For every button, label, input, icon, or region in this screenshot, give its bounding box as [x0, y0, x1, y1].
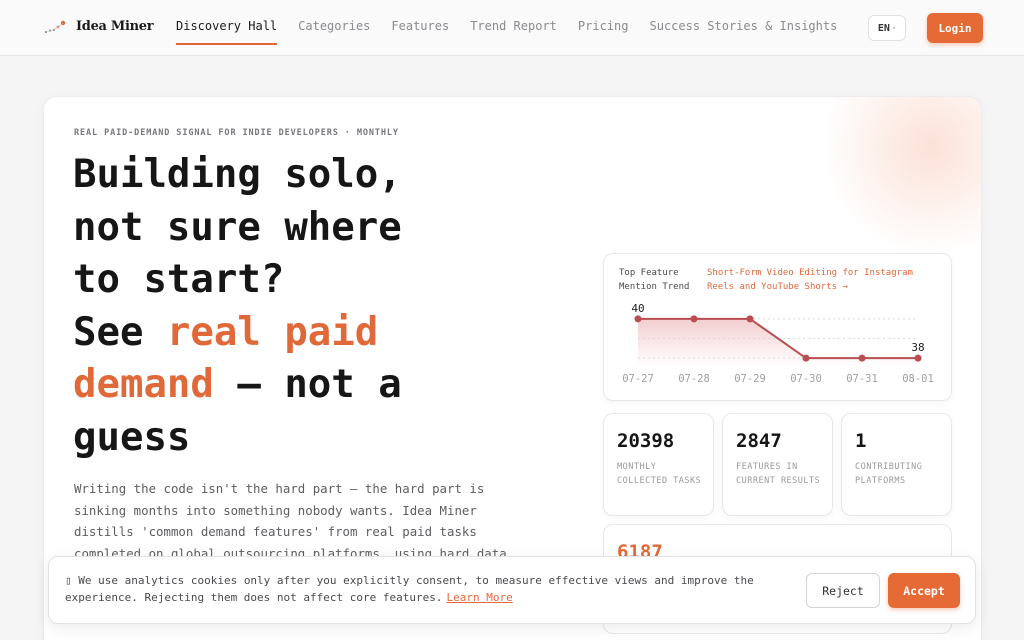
- stat-card-monthly-tasks: 20398 MONTHLY COLLECTED TASKS: [603, 413, 714, 516]
- decorative-glow: [821, 97, 981, 257]
- cookie-banner: ▯ We use analytics cookies only after yo…: [48, 556, 976, 624]
- login-button[interactable]: Login: [927, 13, 983, 43]
- accept-button[interactable]: Accept: [888, 573, 960, 608]
- learn-more-link[interactable]: Learn More: [447, 591, 513, 604]
- hero-eyebrow: REAL PAID-DEMAND SIGNAL FOR INDIE DEVELO…: [74, 128, 399, 138]
- stat-card-platforms: 1 CONTRIBUTING PLATFORMS: [841, 413, 952, 516]
- nav-link-features[interactable]: Features: [391, 19, 449, 33]
- language-value: EN: [877, 22, 890, 34]
- top-nav: Idea Miner Discovery Hall Categories Fea…: [0, 0, 1024, 56]
- nav-link-success-stories[interactable]: Success Stories & Insights: [649, 19, 837, 33]
- hero-headline: Building solo, not sure where to start? …: [73, 149, 493, 464]
- data-point: [690, 315, 698, 323]
- x-tick-label: 07-28: [678, 373, 710, 385]
- data-point: [914, 354, 922, 362]
- nav-link-categories[interactable]: Categories: [298, 19, 370, 33]
- data-point: [634, 315, 642, 323]
- chevron-down-icon: ▾: [891, 24, 897, 32]
- headline-line: Building solo,: [73, 152, 402, 197]
- cookie-message: ▯ We use analytics cookies only after yo…: [65, 572, 785, 606]
- stat-label: FEATURES IN CURRENT RESULTS: [736, 462, 821, 486]
- hero-description: Writing the code isn't the hard part — t…: [74, 481, 507, 561]
- trend-dots-icon: [45, 20, 66, 33]
- nav-link-trend-report[interactable]: Trend Report: [470, 19, 557, 33]
- stat-label: CONTRIBUTING PLATFORMS: [855, 462, 923, 486]
- data-point: [746, 315, 754, 323]
- cookie-icon: ▯: [65, 574, 79, 587]
- stat-label: MONTHLY COLLECTED TASKS: [617, 462, 702, 486]
- headline-line: not sure where: [73, 204, 402, 250]
- cookie-text: We use analytics cookies only after you …: [65, 574, 754, 604]
- x-tick-label: 07-29: [734, 373, 766, 385]
- stat-card-features: 2847 FEATURES IN CURRENT RESULTS: [722, 413, 833, 516]
- stat-value: 20398: [617, 430, 675, 452]
- brand-logo[interactable]: Idea Miner: [44, 18, 154, 34]
- brand-name: Idea Miner: [76, 18, 154, 34]
- nav-link-discovery-hall[interactable]: Discovery Hall: [176, 19, 278, 45]
- headline-see: See: [73, 309, 167, 355]
- language-selector[interactable]: EN ▾: [868, 15, 906, 41]
- nav-links: Discovery Hall Categories Features Trend…: [176, 19, 837, 45]
- x-tick-label: 07-27: [622, 373, 654, 385]
- data-point: [858, 354, 866, 362]
- data-label: 40: [631, 302, 644, 315]
- reject-button[interactable]: Reject: [806, 573, 880, 608]
- x-tick-label: 08-01: [902, 373, 934, 385]
- headline-line: to start?: [73, 257, 285, 302]
- nav-link-pricing[interactable]: Pricing: [578, 19, 629, 33]
- trend-line-chart: 40 38 07-27 07-28 07-29 07-30 07-31 08-01: [622, 302, 934, 385]
- trend-chart-card: Top Feature Mention Trend Short-Form Vid…: [603, 253, 952, 401]
- data-point: [802, 354, 810, 362]
- headline-line: See real paid demand — not a guess: [73, 307, 493, 465]
- stat-value: 1: [855, 430, 867, 452]
- data-label: 38: [911, 341, 924, 354]
- x-tick-label: 07-31: [846, 373, 878, 385]
- x-tick-label: 07-30: [790, 373, 822, 385]
- stat-value: 2847: [736, 430, 782, 452]
